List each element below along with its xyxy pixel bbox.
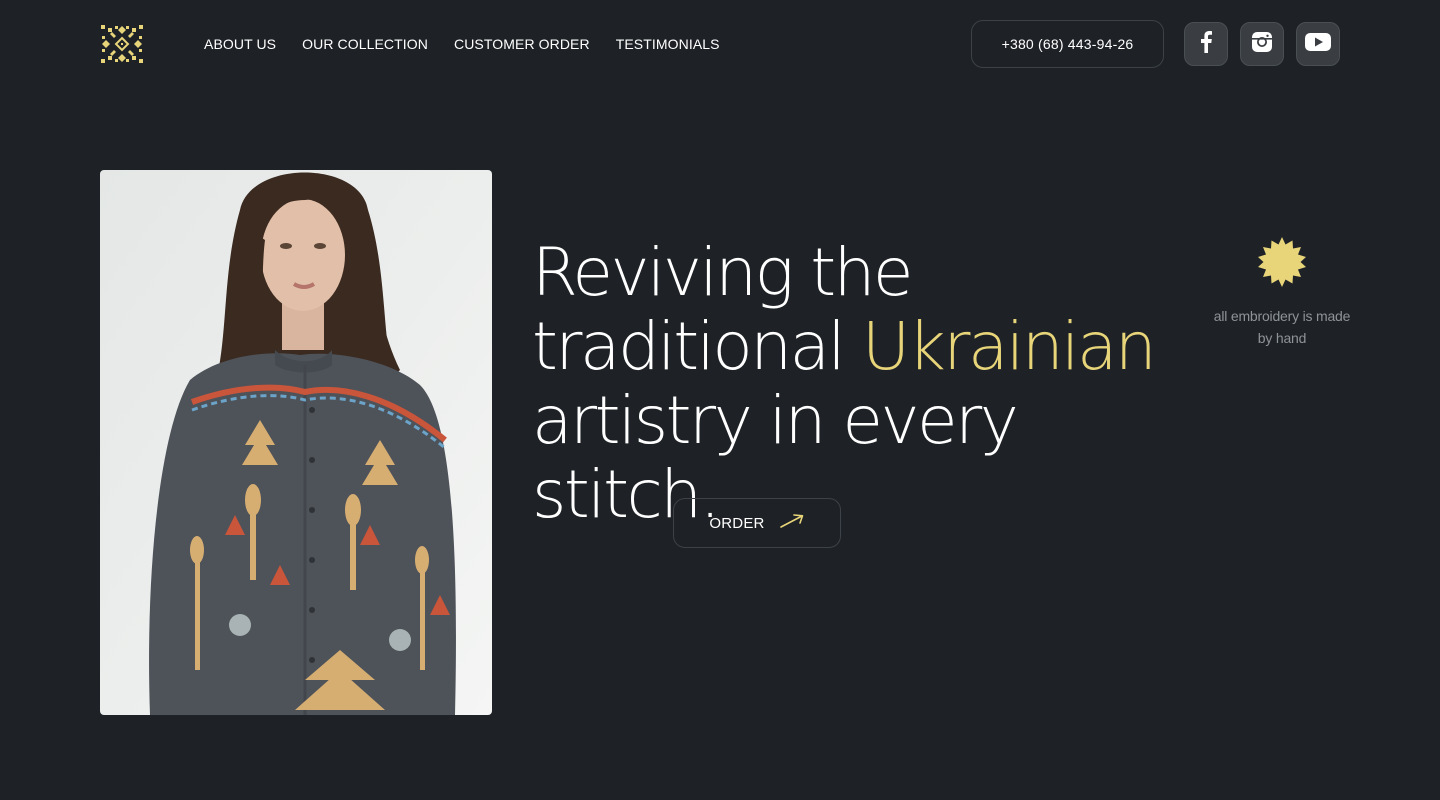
youtube-icon	[1305, 32, 1331, 56]
headline-accent-word: Ukrainian	[861, 308, 1157, 385]
phone-button[interactable]: +380 (68) 443-94-26	[971, 20, 1164, 68]
facebook-button[interactable]	[1184, 22, 1228, 66]
hero-model-photo	[100, 170, 492, 715]
arrow-up-right-icon	[779, 513, 805, 533]
order-button[interactable]: ORDER	[673, 498, 841, 548]
instagram-button[interactable]	[1240, 22, 1284, 66]
nav-our-collection[interactable]: OUR COLLECTION	[302, 35, 428, 53]
nav-testimonials[interactable]: TESTIMONIALS	[616, 35, 720, 53]
handmade-note: all embroidery is made by hand	[1213, 308, 1351, 346]
brand-logo-icon[interactable]	[100, 24, 144, 64]
nav-about-us[interactable]: ABOUT US	[204, 35, 276, 53]
youtube-button[interactable]	[1296, 22, 1340, 66]
sunburst-badge-icon	[1256, 236, 1308, 288]
hero-headline: Reviving the traditional Ukrainian artis…	[532, 236, 1212, 532]
main-nav: ABOUT US OUR COLLECTION CUSTOMER ORDER T…	[204, 35, 720, 53]
instagram-icon	[1251, 31, 1273, 58]
facebook-icon	[1200, 30, 1212, 58]
order-button-label: ORDER	[709, 514, 765, 532]
headline-text-start: Reviving the traditional	[532, 234, 914, 385]
nav-customer-order[interactable]: CUSTOMER ORDER	[454, 35, 590, 53]
